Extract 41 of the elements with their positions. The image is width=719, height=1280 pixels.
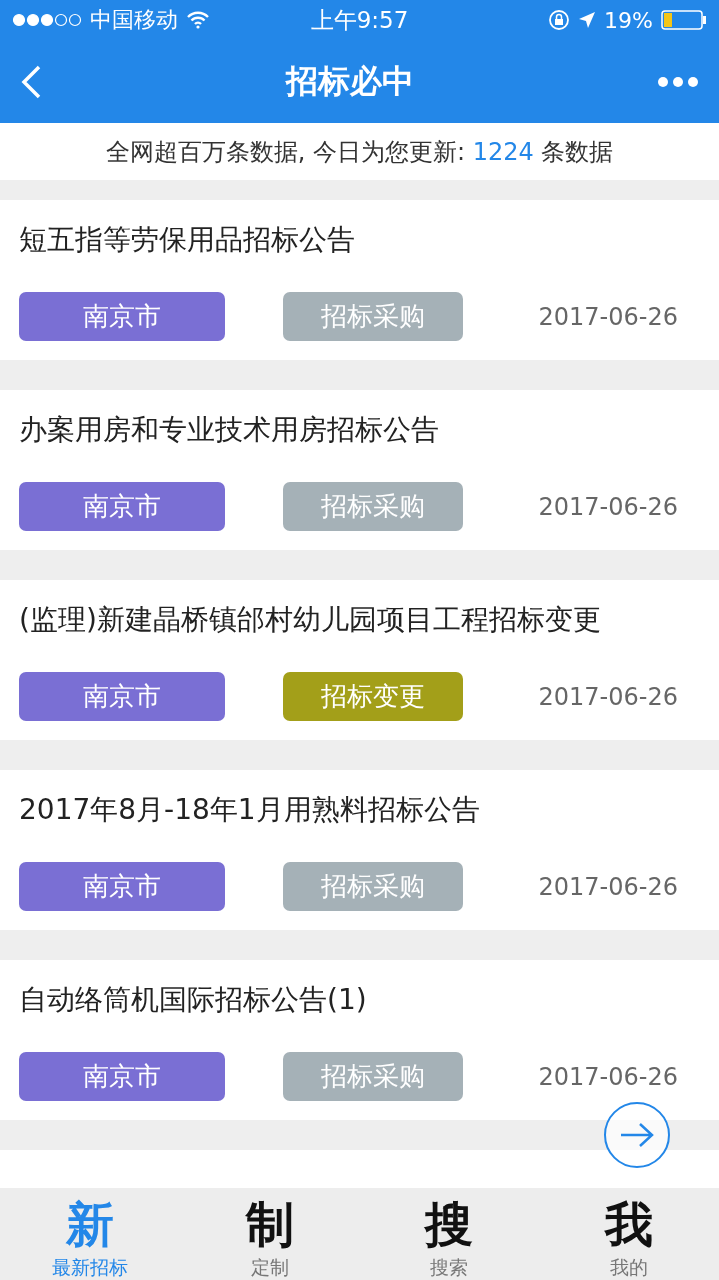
date: 2017-06-26: [538, 682, 678, 711]
rotation-lock-icon: [548, 9, 571, 31]
tab[interactable]: 搜 搜索: [359, 1188, 540, 1280]
clock: 上午9:57: [310, 5, 409, 35]
region-tag: 南京市: [19, 292, 225, 341]
type-tag: 招标采购: [283, 1052, 463, 1101]
type-tag: 招标采购: [283, 292, 463, 341]
tender-title: 办案用房和专业技术用房招标公告: [19, 412, 440, 448]
signal-icon: [12, 13, 82, 27]
region-tag: 南京市: [19, 482, 225, 531]
tab[interactable]: 我 我的: [539, 1188, 719, 1280]
tender-title: 2017年8月-18年1月用熟料招标公告: [19, 792, 481, 828]
battery-percent: 19%: [604, 7, 653, 33]
tender-title: (监理)新建晶桥镇邰村幼儿园项目工程招标变更: [19, 602, 602, 638]
type-tag: 招标采购: [283, 482, 463, 531]
type-tag: 招标变更: [283, 672, 463, 721]
location-icon: [578, 11, 597, 29]
tender-card[interactable]: 2017年8月-18年1月用熟料招标公告 南京市 招标采购 2017-06-26: [0, 770, 719, 930]
date: 2017-06-26: [538, 302, 678, 331]
more-icon[interactable]: [657, 75, 699, 88]
carrier: 中国移动: [90, 6, 178, 34]
tab[interactable]: 制 定制: [179, 1188, 360, 1280]
back-icon[interactable]: [20, 64, 42, 99]
wifi-icon: [186, 11, 210, 29]
tender-card[interactable]: 短五指等劳保用品招标公告 南京市 招标采购 2017-06-26: [0, 200, 719, 360]
tender-card[interactable]: 办案用房和专业技术用房招标公告 南京市 招标采购 2017-06-26: [0, 390, 719, 550]
type-tag: 招标采购: [283, 862, 463, 911]
region-tag: 南京市: [19, 862, 225, 911]
arrow-right-icon: [619, 1122, 655, 1148]
region-tag: 南京市: [19, 1052, 225, 1101]
update-banner: 全网超百万条数据, 今日为您更新: 1224 条数据: [0, 123, 719, 180]
tender-title: 自动络筒机国际招标公告(1): [19, 982, 368, 1018]
tender-card[interactable]: (监理)新建晶桥镇邰村幼儿园项目工程招标变更 南京市 招标变更 2017-06-26: [0, 580, 719, 740]
region-tag: 南京市: [19, 672, 225, 721]
date: 2017-06-26: [538, 492, 678, 521]
page-title: 招标必中: [285, 60, 414, 102]
tender-title: 短五指等劳保用品招标公告: [19, 222, 356, 258]
date: 2017-06-26: [538, 1062, 678, 1091]
date: 2017-06-26: [538, 872, 678, 901]
tender-card[interactable]: 自动络筒机国际招标公告(1) 南京市 招标采购 2017-06-26: [0, 960, 719, 1120]
battery-icon: [661, 10, 707, 30]
